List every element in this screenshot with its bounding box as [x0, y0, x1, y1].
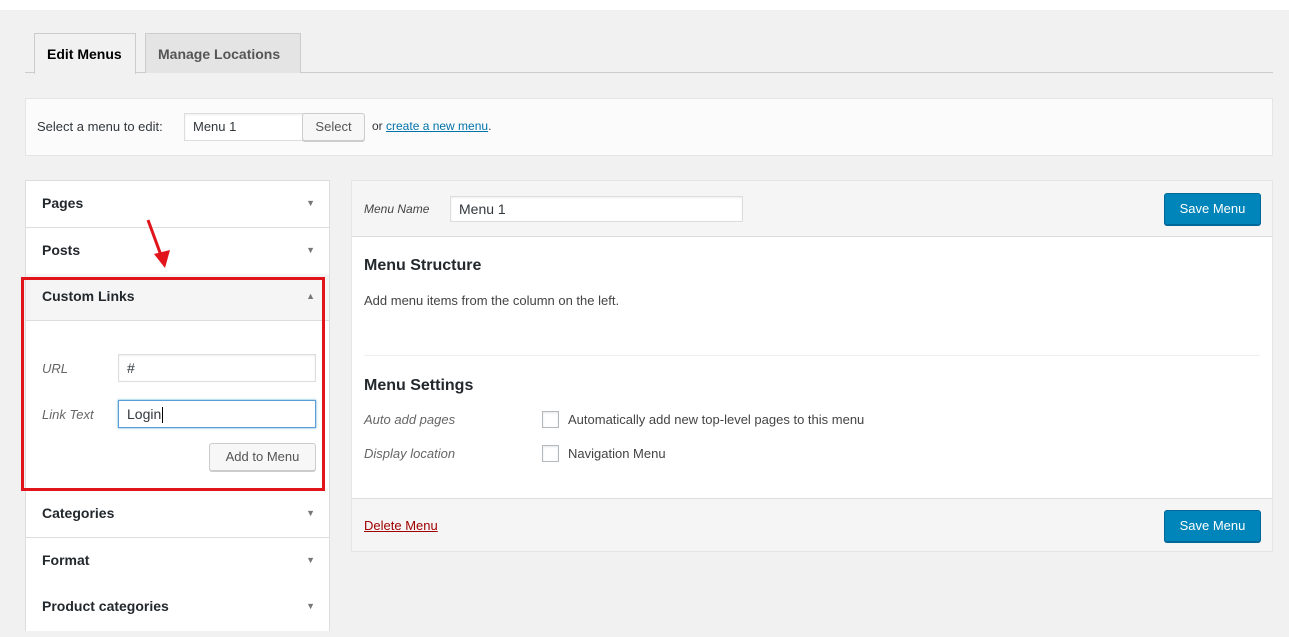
accordion-format[interactable]: Format ▼	[26, 538, 329, 585]
menu-management-panel: Menu Name Menu 1 Save Menu Menu Structur…	[351, 180, 1273, 552]
save-menu-button-bottom[interactable]: Save Menu	[1164, 510, 1261, 542]
arrow-down-icon: ▼	[306, 508, 315, 518]
tab-manage-locations[interactable]: Manage Locations	[145, 33, 301, 73]
accordion-categories[interactable]: Categories ▼	[26, 491, 329, 538]
accordion-pages[interactable]: Pages ▼	[26, 181, 329, 228]
select-menu-bar: Select a menu to edit: Menu 1 ▼ Select o…	[25, 98, 1273, 156]
add-to-menu-button[interactable]: Add to Menu	[209, 443, 316, 471]
menu-structure-description: Add menu items from the column on the le…	[364, 293, 620, 308]
red-arrow-icon	[146, 219, 170, 268]
menu-name-input[interactable]: Menu 1	[450, 196, 743, 222]
menu-header: Menu Name Menu 1 Save Menu	[352, 181, 1272, 237]
accordion-pages-label: Pages	[42, 195, 84, 211]
menu-select-value: Menu 1	[193, 119, 237, 134]
arrow-down-icon: ▼	[306, 198, 315, 208]
menu-select[interactable]: Menu 1 ▼	[184, 113, 321, 141]
navigation-menu-checkbox[interactable]	[542, 445, 559, 462]
save-menu-button-top[interactable]: Save Menu	[1164, 193, 1261, 225]
select-menu-label: Select a menu to edit:	[37, 119, 163, 134]
accordion-product-categories[interactable]: Product categories ▼	[26, 584, 329, 631]
accordion-format-label: Format	[42, 552, 90, 568]
arrow-down-icon: ▼	[306, 555, 315, 565]
tab-edit-menus[interactable]: Edit Menus	[34, 33, 136, 74]
navigation-menu-option: Navigation Menu	[568, 446, 666, 461]
accordion-product-categories-label: Product categories	[42, 598, 169, 614]
arrow-down-icon: ▼	[306, 601, 315, 611]
accordion-custom-links[interactable]: Custom Links ▲	[26, 274, 329, 321]
accordion-custom-links-label: Custom Links	[42, 288, 135, 304]
delete-menu-link[interactable]: Delete Menu	[364, 518, 438, 533]
arrow-up-icon: ▲	[306, 291, 315, 301]
custom-links-panel: URL # Link Text Login Add to Menu	[26, 321, 329, 491]
create-menu-text: or create a new menu.	[372, 119, 491, 133]
url-label: URL	[42, 361, 69, 376]
period-text: .	[488, 119, 492, 133]
url-input[interactable]: #	[118, 354, 316, 382]
nav-tabs: Edit Menus Manage Locations	[25, 33, 1273, 74]
or-text: or	[372, 119, 383, 133]
auto-add-pages-label: Auto add pages	[364, 412, 456, 427]
menu-structure-title: Menu Structure	[364, 257, 482, 274]
link-text-value: Login	[127, 406, 162, 422]
menu-footer: Delete Menu Save Menu	[352, 498, 1272, 551]
link-text-label: Link Text	[42, 407, 94, 422]
select-button[interactable]: Select	[302, 113, 365, 141]
link-text-input[interactable]: Login	[118, 400, 316, 428]
accordion-posts-label: Posts	[42, 242, 81, 258]
arrow-down-icon: ▼	[306, 245, 315, 255]
menu-name-label: Menu Name	[364, 202, 430, 216]
accordion-posts[interactable]: Posts ▼	[26, 228, 329, 275]
accordion-categories-label: Categories	[42, 505, 115, 521]
display-location-label: Display location	[364, 446, 456, 461]
add-menu-items-accordion: Pages ▼ Posts ▼ Custom Links ▲ URL # Lin…	[25, 180, 330, 631]
create-new-menu-link[interactable]: create a new menu	[386, 119, 488, 133]
text-cursor	[162, 407, 164, 424]
menu-settings-title: Menu Settings	[364, 377, 474, 394]
divider	[364, 355, 1260, 356]
auto-add-pages-option: Automatically add new top-level pages to…	[568, 412, 865, 427]
auto-add-pages-checkbox[interactable]	[542, 411, 559, 428]
top-strip	[0, 0, 1289, 10]
